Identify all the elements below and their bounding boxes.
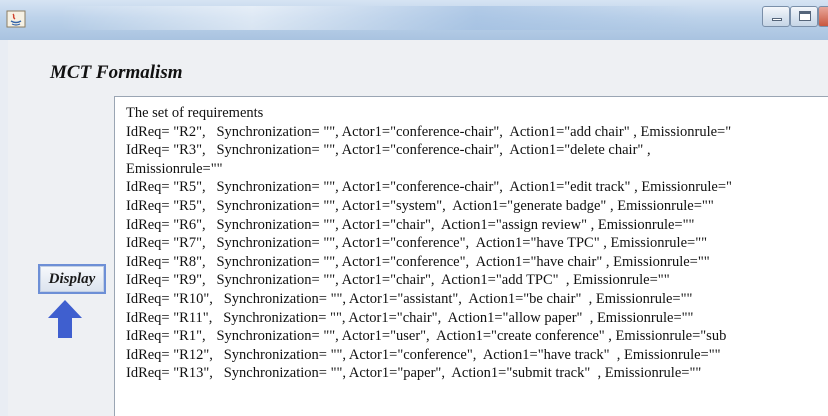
app-window: MCT Formalism Display The set of require… [0,0,828,416]
form-title: MCT Formalism [50,62,183,83]
title-bar[interactable] [0,0,828,40]
minimize-icon [772,18,782,21]
requirement-line: IdReq= "R1", Synchronization= "", Actor1… [126,328,727,345]
maximize-icon [799,11,811,21]
requirement-line: IdReq= "R10", Synchronization= "", Actor… [126,290,693,307]
requirement-line: IdReq= "R13", Synchronization= "", Actor… [126,365,702,382]
display-button[interactable]: Display [38,264,106,294]
title-bar-blur [60,6,700,30]
requirement-line: IdReq= "R3", Synchronization= "", Actor1… [126,142,651,159]
requirement-line: IdReq= "R6", Synchronization= "", Actor1… [126,216,695,233]
requirement-line: IdReq= "R12", Synchronization= "", Actor… [126,346,721,363]
java-app-icon [6,10,26,28]
requirement-line: IdReq= "R5", Synchronization= "", Actor1… [126,179,732,196]
requirement-line: IdReq= "R5", Synchronization= "", Actor1… [126,197,714,214]
requirements-heading: The set of requirements [126,105,264,121]
requirement-line: Emissionrule="" [126,160,223,177]
requirement-line: IdReq= "R11", Synchronization= "", Actor… [126,309,694,326]
maximize-button[interactable] [790,6,818,27]
requirement-line: IdReq= "R9", Synchronization= "", Actor1… [126,272,670,289]
up-arrow-icon [48,300,82,338]
requirement-line: IdReq= "R2", Synchronization= "", Actor1… [126,123,732,140]
requirements-text-area[interactable]: The set of requirements IdReq= "R2", Sync… [114,96,828,416]
form-content: MCT Formalism Display The set of require… [8,40,828,416]
minimize-button[interactable] [762,6,790,27]
requirement-line: IdReq= "R8", Synchronization= "", Actor1… [126,253,710,270]
requirement-line: IdReq= "R7", Synchronization= "", Actor1… [126,235,708,252]
close-button[interactable] [818,6,828,27]
